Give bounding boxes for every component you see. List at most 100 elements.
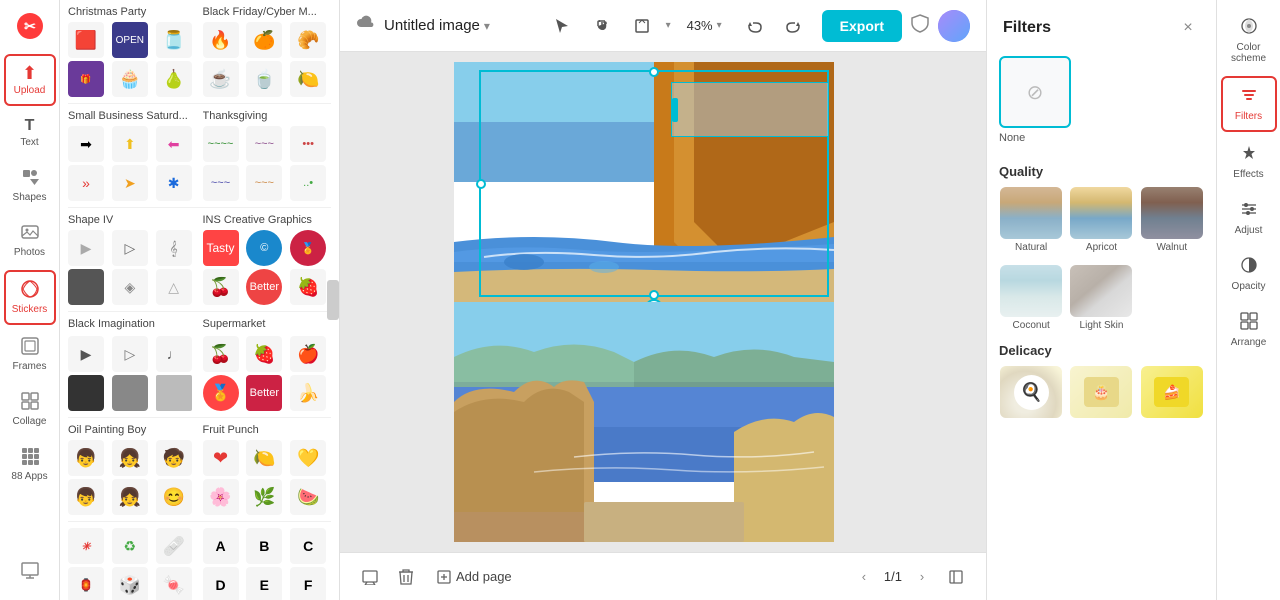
sticker-item[interactable]: 🔥 <box>203 22 239 58</box>
sticker-item[interactable] <box>68 375 104 411</box>
canvas-area[interactable]: Page 1 <box>340 52 986 552</box>
sticker-item[interactable]: 👦 <box>68 479 104 515</box>
crop-left-handle[interactable] <box>672 98 678 122</box>
select-tool-btn[interactable] <box>546 10 578 42</box>
expand-view-btn[interactable] <box>942 563 970 591</box>
sticker-item[interactable]: ▷ <box>112 336 148 372</box>
filter-lightskin[interactable]: Light Skin <box>1069 265 1133 331</box>
filter-del1[interactable]: 🍳 <box>999 366 1063 418</box>
app-logo[interactable]: ✂ <box>12 8 48 44</box>
delete-page-btn[interactable] <box>392 563 420 591</box>
sticker-item[interactable]: 🏮 <box>68 567 104 600</box>
sticker-item[interactable]: ▶ <box>68 336 104 372</box>
sticker-item[interactable]: ☕ <box>203 61 239 97</box>
sticker-item[interactable]: OPEN <box>112 22 148 58</box>
filter-apricot[interactable]: Apricot <box>1069 187 1133 253</box>
sticker-item[interactable]: 🧁 <box>112 61 148 97</box>
sticker-item[interactable]: ➡ <box>68 126 104 162</box>
sticker-item[interactable]: 🍓 <box>290 269 326 305</box>
sticker-item[interactable]: ✱ <box>156 165 192 201</box>
sticker-item[interactable]: 🧒 <box>156 440 192 476</box>
sticker-item[interactable]: F <box>290 567 326 600</box>
sticker-item[interactable]: ♻ <box>112 528 148 564</box>
sticker-item[interactable]: 🍊 <box>246 22 282 58</box>
right-tool-opacity[interactable]: Opacity <box>1221 248 1277 300</box>
sticker-item[interactable]: 🩹 <box>156 528 192 564</box>
sticker-item[interactable]: Better <box>246 269 282 305</box>
sticker-item[interactable]: ➤ <box>112 165 148 201</box>
sticker-item[interactable]: 🍵 <box>246 61 282 97</box>
filter-natural[interactable]: Natural <box>999 187 1063 253</box>
sticker-item[interactable]: 👧 <box>112 479 148 515</box>
handle-left[interactable] <box>476 179 486 189</box>
sticker-item[interactable] <box>112 375 148 411</box>
canvas-image-bottom[interactable] <box>454 302 834 542</box>
sticker-item[interactable]: 👧 <box>112 440 148 476</box>
right-tool-adjust[interactable]: Adjust <box>1221 192 1277 244</box>
sticker-item[interactable]: ⬆ <box>112 126 148 162</box>
shield-icon[interactable] <box>910 13 930 38</box>
sidebar-item-photos[interactable]: Photos <box>4 215 56 266</box>
cloud-save-icon[interactable] <box>356 15 376 36</box>
sidebar-item-shapes[interactable]: Shapes <box>4 160 56 211</box>
sticker-item[interactable]: 🍉 <box>290 479 326 515</box>
sticker-item[interactable]: 🍒 <box>203 269 239 305</box>
sticker-item[interactable]: 🍐 <box>156 61 192 97</box>
filter-coconut[interactable]: Coconut <box>999 265 1063 331</box>
sticker-item[interactable]: 𝄞 <box>156 230 192 266</box>
sticker-item[interactable]: C <box>290 528 326 564</box>
frame-tool-btn[interactable] <box>626 10 658 42</box>
zoom-control[interactable]: 43% ▾ <box>679 14 730 37</box>
handle-top[interactable] <box>649 67 659 77</box>
sticker-item[interactable]: 👦 <box>68 440 104 476</box>
filter-del3[interactable]: 🍰 <box>1140 366 1204 418</box>
hand-tool-btn[interactable] <box>586 10 618 42</box>
sticker-item[interactable]: ..• <box>290 165 326 201</box>
sticker-item[interactable]: ~~~ <box>246 126 282 162</box>
sticker-item[interactable]: 🏅 <box>203 375 239 411</box>
sticker-item[interactable]: 🎲 <box>112 567 148 600</box>
sticker-item[interactable]: 🟥 <box>68 22 104 58</box>
sidebar-item-upload[interactable]: ⬆ Upload <box>4 54 56 106</box>
sticker-item[interactable]: 🫙 <box>156 22 192 58</box>
sticker-item[interactable]: » <box>68 165 104 201</box>
export-button[interactable]: Export <box>822 10 902 42</box>
right-tool-color-scheme[interactable]: Color scheme <box>1221 9 1277 72</box>
sticker-item[interactable]: ◈ <box>112 269 148 305</box>
document-title-area[interactable]: Untitled image ▾ <box>384 17 490 34</box>
sticker-item[interactable]: ♩ <box>156 336 192 372</box>
sticker-item[interactable]: 🍓 <box>246 336 282 372</box>
sticker-item[interactable]: ~~~ <box>203 165 239 201</box>
sticker-item[interactable]: ❤ <box>203 440 239 476</box>
right-tool-arrange[interactable]: Arrange <box>1221 304 1277 356</box>
sidebar-item-text[interactable]: T Text <box>4 110 56 156</box>
sticker-item[interactable] <box>156 375 192 411</box>
right-tool-effects[interactable]: Effects <box>1221 136 1277 188</box>
add-page-btn[interactable]: Add page <box>428 565 520 589</box>
close-filters-btn[interactable]: × <box>1176 16 1200 40</box>
right-tool-filters[interactable]: Filters <box>1221 76 1277 132</box>
sticker-item[interactable]: 😊 <box>156 479 192 515</box>
sidebar-item-apps[interactable]: 88 Apps <box>4 439 56 490</box>
sticker-item[interactable]: △ <box>156 269 192 305</box>
prev-page-btn[interactable]: ‹ <box>852 565 876 589</box>
redo-btn[interactable] <box>778 10 810 42</box>
sidebar-item-bottom[interactable] <box>4 553 56 590</box>
filter-none-btn[interactable]: ⊘ <box>999 56 1071 128</box>
sticker-item[interactable]: ✳ <box>68 528 104 564</box>
sticker-item[interactable]: 🍒 <box>203 336 239 372</box>
undo-btn[interactable] <box>738 10 770 42</box>
sticker-item[interactable]: 🍎 <box>290 336 326 372</box>
sticker-item[interactable]: ~~~ <box>246 165 282 201</box>
sticker-item[interactable]: ▶ <box>68 230 104 266</box>
sticker-item[interactable]: 💛 <box>290 440 326 476</box>
sticker-item[interactable]: 🌸 <box>203 479 239 515</box>
user-avatar[interactable] <box>938 10 970 42</box>
sticker-item[interactable]: 🏅 <box>290 230 326 266</box>
sticker-item[interactable]: Tasty <box>203 230 239 266</box>
filter-del2[interactable]: 🎂 <box>1069 366 1133 418</box>
sticker-item[interactable]: ••• <box>290 126 326 162</box>
sidebar-item-stickers[interactable]: Stickers <box>4 270 56 325</box>
panel-resize-handle[interactable] <box>327 280 339 320</box>
sticker-item[interactable]: E <box>246 567 282 600</box>
